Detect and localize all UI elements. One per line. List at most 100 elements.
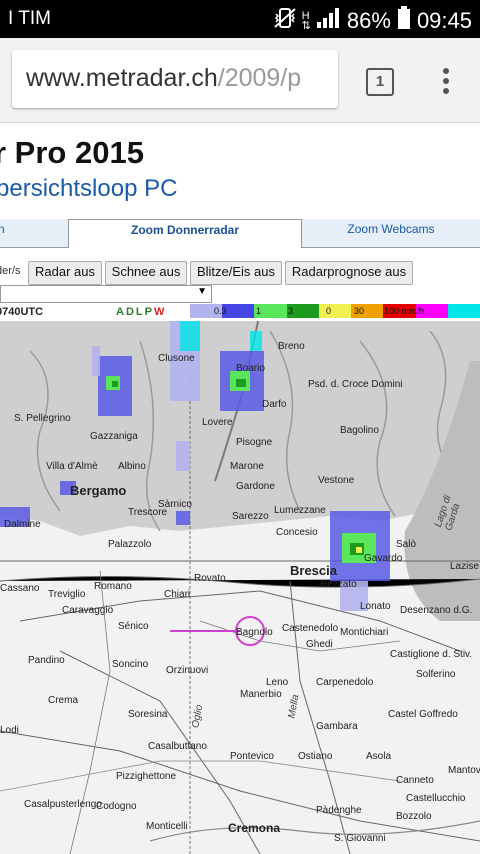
battery-icon bbox=[397, 6, 411, 36]
url-path: /2009/p bbox=[217, 64, 302, 92]
map-label: Lazise bbox=[450, 561, 479, 572]
map-label: Crema bbox=[48, 695, 79, 706]
snow-off-button[interactable]: Schnee aus bbox=[105, 261, 187, 285]
map-label: Carpenedolo bbox=[316, 677, 374, 688]
control-label: der/s bbox=[0, 265, 21, 277]
map-label: Lumezzane bbox=[274, 505, 326, 516]
scale-label: 1 bbox=[256, 306, 262, 316]
scale-step bbox=[447, 304, 480, 318]
map-label: Pontevico bbox=[230, 751, 274, 762]
legend-row: 0740UTC ADLPW 0.3 1 3 0 30 100 mm/h bbox=[0, 304, 480, 322]
map-label: Lovere bbox=[202, 417, 233, 428]
map-label: Soncino bbox=[112, 659, 149, 670]
map-label: Gardone bbox=[236, 481, 275, 492]
url-text: www.metradar.ch/2009/p bbox=[26, 64, 301, 93]
map-label: Gazzaniga bbox=[90, 431, 138, 442]
map-label: Gambara bbox=[316, 721, 358, 732]
map-label: Cassano bbox=[0, 583, 40, 594]
tab-zoom-donnerradar[interactable]: Zoom Donnerradar bbox=[68, 219, 302, 248]
map-label: Treviglio bbox=[48, 589, 86, 600]
map-label: Canneto bbox=[396, 775, 434, 786]
vibrate-icon bbox=[274, 7, 296, 35]
tab-previous[interactable]: n bbox=[0, 219, 68, 248]
radar-map[interactable]: Bergamo Brescia Cremona Clusone Boario D… bbox=[0, 321, 480, 854]
map-label: Pizzighettone bbox=[116, 771, 177, 782]
map-label: Lonato bbox=[360, 601, 391, 612]
map-label: Castel Goffredo bbox=[388, 709, 458, 720]
map-label: Sénico bbox=[118, 621, 149, 632]
map-label: Rovato bbox=[194, 573, 226, 584]
map-label: Albino bbox=[118, 461, 146, 472]
chevron-down-icon: ▼ bbox=[197, 286, 207, 297]
map-label: Casalpusterlengo bbox=[24, 799, 102, 810]
overflow-menu-icon[interactable] bbox=[432, 68, 460, 96]
tab-zoom-webcams[interactable]: Zoom Webcams bbox=[302, 219, 480, 248]
map-label: Castenedolo bbox=[282, 623, 339, 634]
scale-label: 30 bbox=[354, 306, 365, 316]
time-label: 0740UTC bbox=[0, 306, 44, 318]
map-label: S. Giovanni bbox=[334, 833, 386, 844]
map-label: Trescore bbox=[128, 507, 168, 518]
scale-label: 0 bbox=[326, 306, 332, 316]
map-label: Asola bbox=[366, 751, 392, 762]
map-label: Salò bbox=[396, 539, 417, 550]
map-label: Rezzato bbox=[320, 579, 357, 590]
radar-forecast-off-button[interactable]: Radarprognose aus bbox=[285, 261, 413, 285]
scale-step bbox=[222, 304, 255, 318]
map-label: Brescia bbox=[290, 563, 337, 578]
scale-label: 0.3 bbox=[214, 306, 227, 316]
clock: 09:45 bbox=[416, 8, 472, 33]
map-label: Ghedi bbox=[306, 639, 333, 650]
status-bar: I TIM H ⇅ 86% 09:45 bbox=[0, 0, 480, 38]
map-label: Lodi bbox=[0, 725, 19, 736]
map-label: Casalbuttano bbox=[148, 741, 207, 752]
map-label: Boario bbox=[236, 363, 265, 374]
map-label: Desenzano d.G. bbox=[400, 605, 473, 616]
map-label: Pàdenghe bbox=[316, 805, 362, 816]
map-label: Clusone bbox=[158, 353, 195, 364]
map-label: Concesio bbox=[276, 527, 318, 538]
map-label: Caravaggio bbox=[62, 605, 114, 616]
map-label: Bagnolo bbox=[236, 627, 273, 638]
map-label: S. Pellegrino bbox=[14, 413, 71, 424]
tab-switcher-button[interactable]: 1 bbox=[366, 68, 394, 96]
precip-scale bbox=[190, 304, 480, 318]
map-label: Orzinuovi bbox=[166, 665, 209, 676]
map-label: Mantova bbox=[448, 765, 480, 776]
page-subtitle-link[interactable]: bersichtsloop PC bbox=[0, 175, 177, 203]
hspa-icon: H ⇅ bbox=[301, 10, 311, 32]
signal-icon bbox=[316, 7, 341, 35]
url-bar[interactable]: www.metradar.ch/2009/p bbox=[12, 50, 338, 108]
lightning-off-button[interactable]: Blitze/Eis aus bbox=[190, 261, 282, 285]
url-host: www.metradar.ch bbox=[26, 64, 218, 92]
map-label: Ostiano bbox=[298, 751, 333, 762]
map-label: Bergamo bbox=[70, 483, 127, 498]
map-label: Breno bbox=[278, 341, 305, 352]
scale-label: 100 mm/h bbox=[384, 306, 425, 316]
browser-toolbar: www.metradar.ch/2009/p 1 bbox=[0, 38, 480, 123]
map-label: Romano bbox=[94, 581, 132, 592]
map-label: Pandino bbox=[28, 655, 65, 666]
time-select[interactable]: ▼ bbox=[0, 285, 212, 303]
adlpw-w: W bbox=[153, 306, 167, 318]
map-label: Bagolino bbox=[340, 425, 379, 436]
map-label: Gavardo bbox=[364, 553, 403, 564]
tab-row: n Zoom Donnerradar Zoom Webcams bbox=[0, 219, 480, 248]
radar-off-button[interactable]: Radar aus bbox=[28, 261, 102, 285]
map-label: Soresina bbox=[128, 709, 168, 720]
map-label: Pisogne bbox=[236, 437, 273, 448]
battery-percent: 86% bbox=[346, 8, 391, 33]
map-label: Codogno bbox=[96, 801, 137, 812]
map-label: Darfo bbox=[262, 399, 287, 410]
adlpw-label: ADLPW bbox=[116, 306, 166, 318]
map-label: Dalmine bbox=[4, 519, 41, 530]
web-content: r Pro 2015 bersichtsloop PC n Zoom Donne… bbox=[0, 123, 480, 854]
scale-label: 3 bbox=[288, 306, 294, 316]
map-label: Leno bbox=[266, 677, 289, 688]
map-label: Psd. d. Croce Domini bbox=[308, 379, 403, 390]
control-row: der/s Radar aus Schnee aus Blitze/Eis au… bbox=[0, 259, 480, 285]
map-label: Manerbio bbox=[240, 689, 282, 700]
map-label: Marone bbox=[230, 461, 264, 472]
map-label: Solferino bbox=[416, 669, 456, 680]
map-label: Bozzolo bbox=[396, 811, 432, 822]
